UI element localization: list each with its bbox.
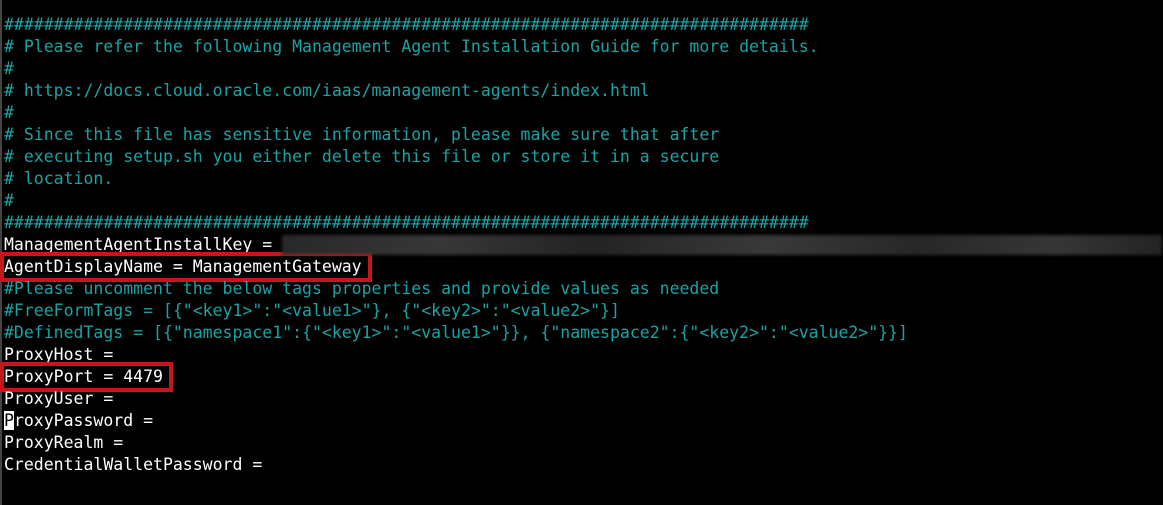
proxy-port-line: ProxyPort = 4479 — [0, 362, 1162, 392]
agent-display-name-highlight: AgentDisplayName = ManagementGateway — [0, 252, 372, 282]
file-content: ########################################… — [0, 14, 1163, 476]
comment-line: # Please refer the following Management … — [4, 37, 819, 56]
proxy-realm-line: ProxyRealm = — [4, 433, 124, 452]
comment-line: # https://docs.cloud.oracle.com/iaas/man… — [4, 81, 650, 100]
comment-line: # Since this file has sensitive informat… — [4, 125, 720, 144]
comment-line: #Please uncomment the below tags propert… — [4, 279, 720, 298]
proxy-host-line: ProxyHost = — [4, 345, 114, 364]
agent-display-name-line: AgentDisplayName = ManagementGateway — [0, 252, 1162, 282]
proxy-password-label: roxyPassword = — [13, 411, 154, 430]
comment-line: ########################################… — [4, 213, 809, 232]
credential-wallet-password-line: CredentialWalletPassword = — [4, 455, 263, 474]
terminal-window[interactable]: ########################################… — [0, 0, 1163, 505]
proxy-password-line: ProxyPassword = — [4, 410, 1162, 432]
comment-line: # — [4, 59, 14, 78]
comment-line: ########################################… — [4, 15, 809, 34]
comment-line: # — [4, 191, 14, 210]
proxy-user-line: ProxyUser = — [4, 389, 114, 408]
comment-line: # — [4, 103, 14, 122]
text-cursor: P — [4, 411, 14, 430]
install-key-line: ManagementAgentInstallKey = — [4, 234, 1163, 256]
comment-line: # executing setup.sh you either delete t… — [4, 147, 720, 166]
comment-line: #DefinedTags = [{"namespace1":{"<key1>":… — [4, 323, 908, 342]
comment-line: #FreeFormTags = [{"<key1>":"<value1>"}, … — [4, 301, 620, 320]
redacted-install-key — [282, 234, 1163, 255]
install-key-label: ManagementAgentInstallKey = — [4, 235, 283, 254]
comment-line: # location. — [4, 169, 114, 188]
proxy-port-highlight: ProxyPort = 4479 — [0, 362, 173, 392]
